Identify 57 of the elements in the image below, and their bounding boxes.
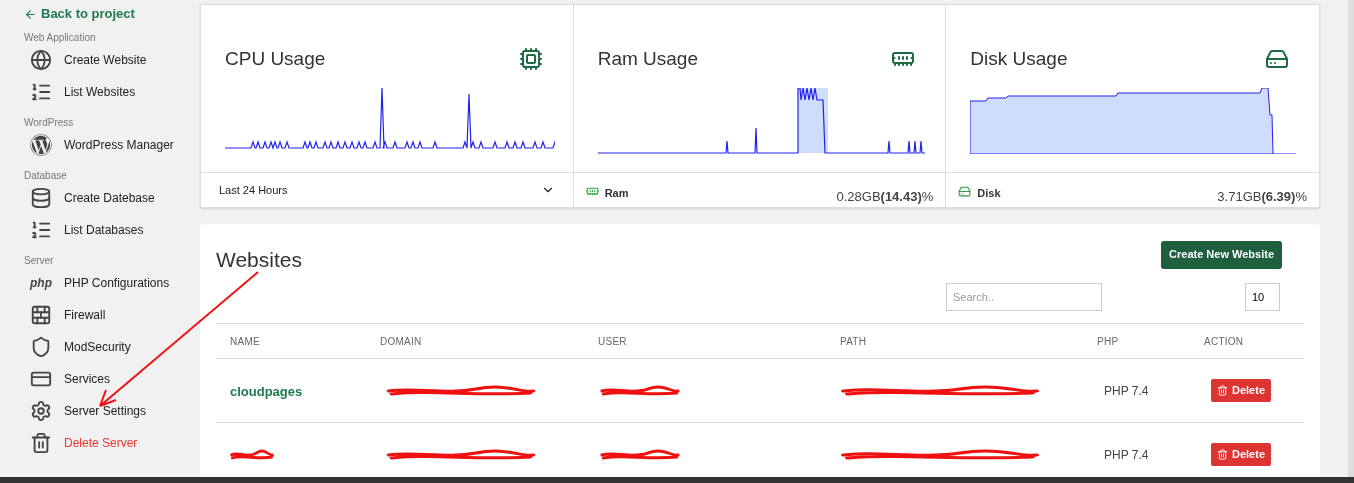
back-link[interactable]: Back to project <box>24 5 200 23</box>
usage-title: Disk Usage <box>970 47 1068 71</box>
globe-icon <box>30 49 52 71</box>
wall-icon <box>30 304 52 326</box>
sidebar-item[interactable]: php PHP Configurations <box>24 267 200 299</box>
settings-icon <box>30 400 52 422</box>
meter-label: Ram <box>604 186 629 201</box>
column-header: PATH <box>840 334 868 349</box>
column-header: PHP <box>1097 334 1120 349</box>
sidebar-item[interactable]: Firewall <box>24 299 200 331</box>
meter-reading: 0.28GB(14.43)% <box>836 188 934 206</box>
scrollbar[interactable] <box>1348 0 1354 477</box>
memory-icon <box>585 185 599 198</box>
meter-label: Disk <box>977 186 1001 201</box>
php-version: PHP 7.4 <box>1103 446 1150 464</box>
drive-icon <box>958 185 972 198</box>
site-name-link[interactable]: cloudpages <box>230 383 303 399</box>
numbered-list-icon <box>30 81 52 103</box>
numbered-list-icon <box>30 219 52 241</box>
column-header: NAME <box>230 334 261 349</box>
redaction-scribble <box>230 448 274 461</box>
section-heading: Web Application <box>24 32 97 44</box>
sidebar-item[interactable]: List Databases <box>24 214 200 246</box>
section-heading: WordPress <box>24 117 75 129</box>
search-field[interactable]: Search.. <box>946 283 1102 311</box>
column-header: ACTION <box>1204 334 1245 349</box>
sidebar-item[interactable]: Delete Server <box>24 427 200 459</box>
sidebar-item[interactable]: Server Settings <box>24 395 200 427</box>
sidebar-item[interactable]: List Websites <box>24 76 200 108</box>
page-size-field[interactable]: 10 <box>1245 283 1280 311</box>
usage-title: Ram Usage <box>597 47 698 71</box>
database-icon <box>30 187 52 209</box>
w-logo-icon <box>30 134 52 156</box>
trash-icon <box>1217 385 1228 396</box>
create-website-button[interactable]: Create New Website <box>1161 240 1282 269</box>
sidebar-item[interactable]: Create Website <box>24 44 200 76</box>
websites-heading: Websites <box>216 246 302 273</box>
column-header: DOMAIN <box>380 334 423 349</box>
trash-icon <box>1217 449 1228 460</box>
sidebar-item[interactable]: WordPress Manager <box>24 129 200 161</box>
sidebar-item[interactable]: Services <box>24 363 200 395</box>
php-version: PHP 7.4 <box>1103 382 1150 400</box>
meter-reading: 3.71GB(6.39)% <box>1217 188 1307 206</box>
trash-icon <box>30 432 52 454</box>
php-label: php <box>30 275 52 292</box>
sidebar-item[interactable]: Create Datebase <box>24 182 200 214</box>
back-arrow-icon <box>24 7 37 21</box>
shield-icon <box>30 336 52 358</box>
section-heading: Database <box>24 170 68 182</box>
delete-button[interactable]: Delete <box>1211 443 1272 466</box>
range-dropdown[interactable]: Last 24 Hours <box>201 173 574 207</box>
delete-button[interactable]: Delete <box>1211 379 1272 402</box>
usage-title: CPU Usage <box>225 47 326 71</box>
section-heading: Server <box>24 255 55 267</box>
column-header: USER <box>598 334 628 349</box>
chip-icon <box>518 47 543 72</box>
sidebar-item[interactable]: ModSecurity <box>24 331 200 363</box>
